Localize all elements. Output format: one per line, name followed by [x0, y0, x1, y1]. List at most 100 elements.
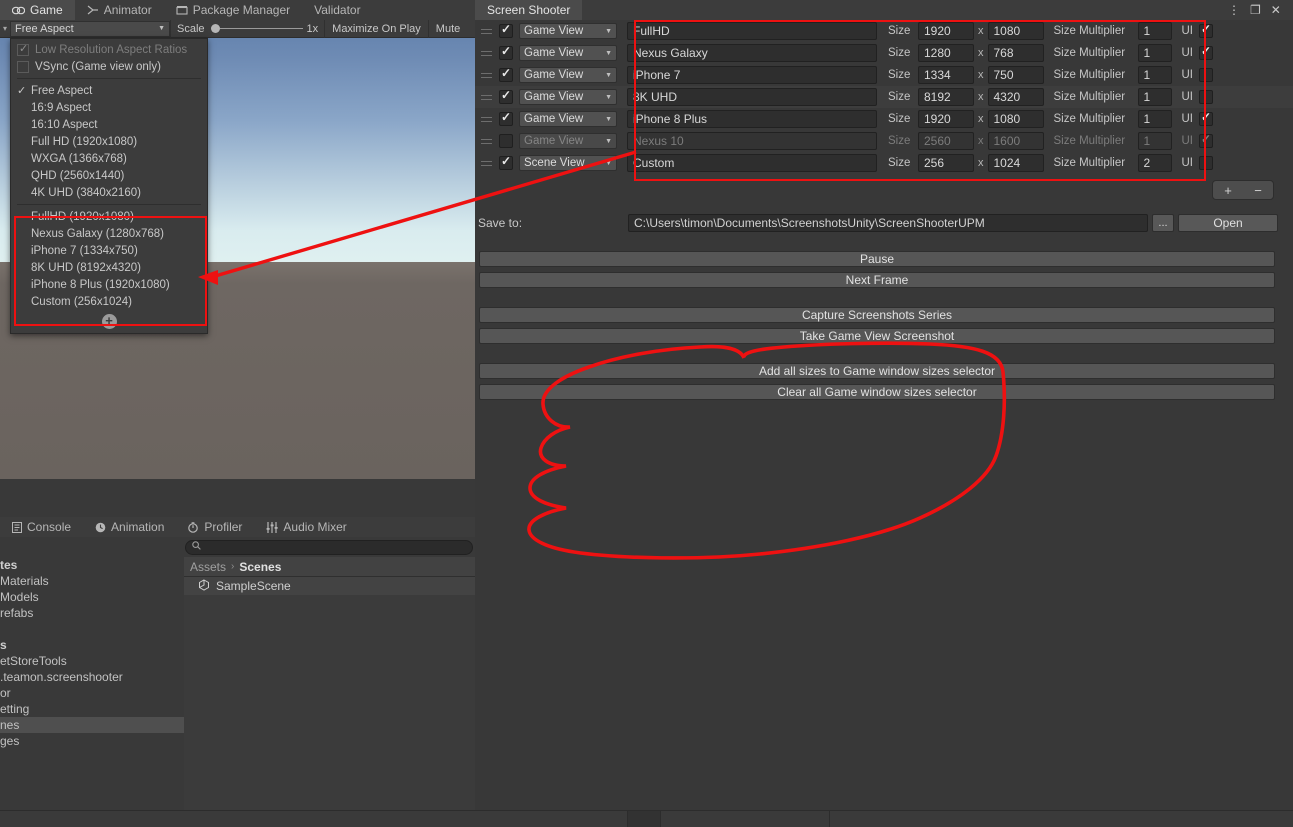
preset-name-input[interactable]: iPhone 8 Plus	[627, 110, 877, 128]
scale-slider[interactable]	[210, 24, 303, 33]
ui-checkbox[interactable]	[1199, 90, 1213, 104]
width-input[interactable]: 1334	[918, 66, 974, 84]
width-input[interactable]: 1920	[918, 22, 974, 40]
take-screenshot-button[interactable]: Take Game View Screenshot	[479, 328, 1275, 344]
add-row-button[interactable]: +	[1224, 183, 1232, 198]
view-type-dropdown[interactable]: Scene View ▼	[519, 155, 617, 171]
checkbox-icon[interactable]	[17, 60, 29, 73]
list-item[interactable]: SampleScene	[184, 577, 475, 595]
aspect-ratio-dropdown[interactable]: Free Aspect ▼	[10, 20, 170, 37]
table-row[interactable]: Game View ▼ iPhone 8 Plus Size 1920 x 10…	[475, 108, 1293, 130]
tree-item[interactable]: etStoreTools	[0, 653, 184, 669]
preset-name-input[interactable]: FullHD	[627, 22, 877, 40]
row-enabled-checkbox[interactable]	[499, 88, 513, 104]
view-type-dropdown[interactable]: Game View ▼	[519, 45, 617, 61]
tree-item[interactable]: refabs	[0, 605, 184, 621]
table-row[interactable]: Scene View ▼ Custom Size 256 x 1024 Size…	[475, 152, 1293, 174]
pause-button[interactable]: Pause	[479, 251, 1275, 267]
maximize-on-play-button[interactable]: Maximize On Play	[325, 20, 428, 38]
ui-checkbox[interactable]	[1199, 132, 1213, 148]
menu-item-preset-fullhd[interactable]: FullHD (1920x1080)	[11, 208, 207, 225]
preset-name-input[interactable]: 8K UHD	[627, 88, 877, 106]
preset-name-input[interactable]: Custom	[627, 154, 877, 172]
view-type-dropdown[interactable]: Game View ▼	[519, 89, 617, 105]
close-icon[interactable]: ✕	[1271, 4, 1281, 16]
breadcrumb[interactable]: Assets › Scenes	[184, 557, 475, 577]
tree-item[interactable]: etting	[0, 701, 184, 717]
size-multiplier-input[interactable]: 1	[1137, 110, 1172, 128]
tree-item[interactable]: ges	[0, 733, 184, 749]
table-row[interactable]: Game View ▼ 8K UHD Size 8192 x 4320 Size…	[475, 86, 1293, 108]
row-enabled-checkbox[interactable]	[499, 22, 513, 38]
ui-checkbox[interactable]	[1199, 68, 1213, 82]
open-folder-button[interactable]: Open	[1178, 214, 1278, 232]
width-input[interactable]: 1920	[918, 110, 974, 128]
drag-handle-icon[interactable]	[479, 64, 495, 86]
maximize-icon[interactable]: ❐	[1250, 4, 1261, 16]
capture-series-button[interactable]: Capture Screenshots Series	[479, 307, 1275, 323]
tree-item[interactable]: Materials	[0, 573, 184, 589]
tree-item[interactable]: or	[0, 685, 184, 701]
tab-animator[interactable]: Animator	[75, 0, 164, 20]
clear-all-sizes-button[interactable]: Clear all Game window sizes selector	[479, 384, 1275, 400]
tab-console[interactable]: Console	[0, 517, 83, 537]
menu-item-qhd[interactable]: QHD (2560x1440)	[11, 167, 207, 184]
size-multiplier-input[interactable]: 1	[1137, 88, 1172, 106]
row-enabled-checkbox[interactable]	[499, 134, 513, 148]
view-type-dropdown[interactable]: Game View ▼	[519, 111, 617, 127]
preset-name-input[interactable]: Nexus Galaxy	[627, 44, 877, 62]
preset-name-input[interactable]: Nexus 10	[627, 132, 877, 150]
menu-item-preset-8k-uhd[interactable]: 8K UHD (8192x4320)	[11, 259, 207, 276]
breadcrumb-root[interactable]: Assets	[190, 560, 226, 574]
width-input[interactable]: 8192	[918, 88, 974, 106]
tab-animation[interactable]: Animation	[83, 517, 176, 537]
size-multiplier-input[interactable]: 1	[1137, 44, 1172, 62]
save-path-input[interactable]: C:\Users\timon\Documents\ScreenshotsUnit…	[628, 214, 1148, 232]
width-input[interactable]: 256	[918, 154, 974, 172]
menu-item-low-res-aspect-ratios[interactable]: Low Resolution Aspect Ratios	[11, 41, 207, 58]
tree-item-selected[interactable]: nes	[0, 717, 184, 733]
tree-item[interactable]: s	[0, 637, 184, 653]
height-input[interactable]: 1600	[987, 132, 1044, 150]
view-type-dropdown[interactable]: Game View ▼	[519, 23, 617, 39]
project-tree[interactable]: tes Materials Models refabs s etStoreToo…	[0, 557, 184, 827]
menu-item-preset-iphone7[interactable]: iPhone 7 (1334x750)	[11, 242, 207, 259]
width-input[interactable]: 1280	[918, 44, 974, 62]
remove-row-button[interactable]: −	[1254, 183, 1262, 198]
table-row[interactable]: Game View ▼ Nexus Galaxy Size 1280 x 768…	[475, 42, 1293, 64]
row-enabled-checkbox[interactable]	[499, 66, 513, 82]
checkbox-icon[interactable]	[17, 42, 29, 56]
drag-handle-icon[interactable]	[479, 152, 495, 174]
drag-handle-icon[interactable]	[479, 86, 495, 108]
size-multiplier-input[interactable]: 1	[1137, 132, 1172, 150]
tab-validator[interactable]: Validator	[302, 0, 372, 20]
table-row[interactable]: Game View ▼ iPhone 7 Size 1334 x 750 Siz…	[475, 64, 1293, 86]
next-frame-button[interactable]: Next Frame	[479, 272, 1275, 288]
scale-slider-track[interactable]	[219, 28, 303, 29]
drag-handle-icon[interactable]	[479, 130, 495, 152]
tab-game[interactable]: Game	[0, 0, 75, 20]
menu-item-preset-custom[interactable]: Custom (256x1024)	[11, 293, 207, 310]
tab-audio-mixer[interactable]: Audio Mixer	[254, 517, 358, 537]
row-enabled-checkbox[interactable]	[499, 110, 513, 126]
drag-handle-icon[interactable]	[479, 108, 495, 130]
tab-package-manager[interactable]: Package Manager	[164, 0, 302, 20]
add-remove-row-controls[interactable]: + −	[1212, 180, 1274, 200]
menu-item-4k-uhd[interactable]: 4K UHD (3840x2160)	[11, 184, 207, 201]
tree-item[interactable]: .teamon.screenshooter	[0, 669, 184, 685]
tab-profiler[interactable]: Profiler	[176, 517, 254, 537]
height-input[interactable]: 768	[987, 44, 1044, 62]
row-enabled-checkbox[interactable]	[499, 44, 513, 60]
menu-item-free-aspect[interactable]: ✓ Free Aspect	[11, 82, 207, 99]
ui-checkbox[interactable]	[1199, 22, 1213, 38]
menu-item-wxga[interactable]: WXGA (1366x768)	[11, 150, 207, 167]
height-input[interactable]: 750	[987, 66, 1044, 84]
mute-audio-button[interactable]: Mute	[429, 20, 467, 38]
ui-checkbox[interactable]	[1199, 156, 1213, 170]
scale-slider-handle[interactable]	[210, 24, 220, 33]
size-multiplier-input[interactable]: 2	[1137, 154, 1172, 172]
menu-item-16-10[interactable]: 16:10 Aspect	[11, 116, 207, 133]
height-input[interactable]: 1080	[987, 22, 1044, 40]
ui-checkbox[interactable]	[1199, 110, 1213, 126]
menu-item-full-hd[interactable]: Full HD (1920x1080)	[11, 133, 207, 150]
